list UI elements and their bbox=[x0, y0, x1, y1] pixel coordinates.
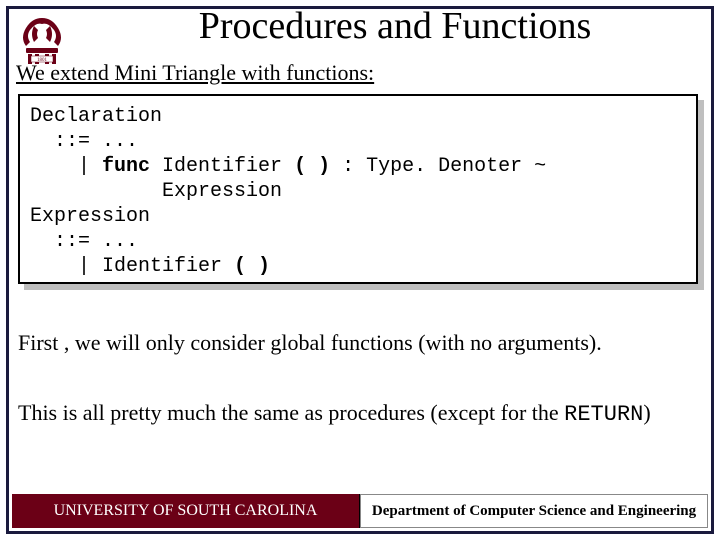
footer-department: Department of Computer Science and Engin… bbox=[360, 494, 708, 528]
code-line: | bbox=[30, 155, 102, 178]
code-text: Type. Denoter ~ bbox=[366, 155, 546, 178]
grammar-codebox: Declaration ::= ... | func Identifier ( … bbox=[18, 94, 698, 284]
code-line: ::= ... bbox=[30, 230, 138, 253]
code-text: : bbox=[330, 155, 366, 178]
return-keyword: RETURN bbox=[564, 402, 643, 427]
intro-text: We extend Mini Triangle with functions: bbox=[16, 60, 374, 86]
footer-university: UNIVERSITY OF SOUTH CAROLINA bbox=[12, 494, 360, 528]
keyword-func: func bbox=[102, 155, 150, 178]
para2-text: This is all pretty much the same as proc… bbox=[18, 400, 564, 425]
slide-title: Procedures and Functions bbox=[90, 4, 700, 48]
paragraph-2: This is all pretty much the same as proc… bbox=[18, 400, 702, 427]
paragraph-1: First , we will only consider global fun… bbox=[18, 330, 702, 356]
parens: ( ) bbox=[234, 255, 270, 278]
para2-tail: ) bbox=[643, 400, 650, 425]
code-line: | Identifier bbox=[30, 255, 234, 278]
code-line: Expression bbox=[30, 205, 150, 228]
parens: ( ) bbox=[294, 155, 330, 178]
code-text: Identifier bbox=[150, 155, 294, 178]
footer: UNIVERSITY OF SOUTH CAROLINA Department … bbox=[12, 494, 708, 528]
code-line: ::= ... bbox=[30, 130, 138, 153]
code-line: Expression bbox=[30, 180, 282, 203]
code-line: Declaration bbox=[30, 105, 162, 128]
